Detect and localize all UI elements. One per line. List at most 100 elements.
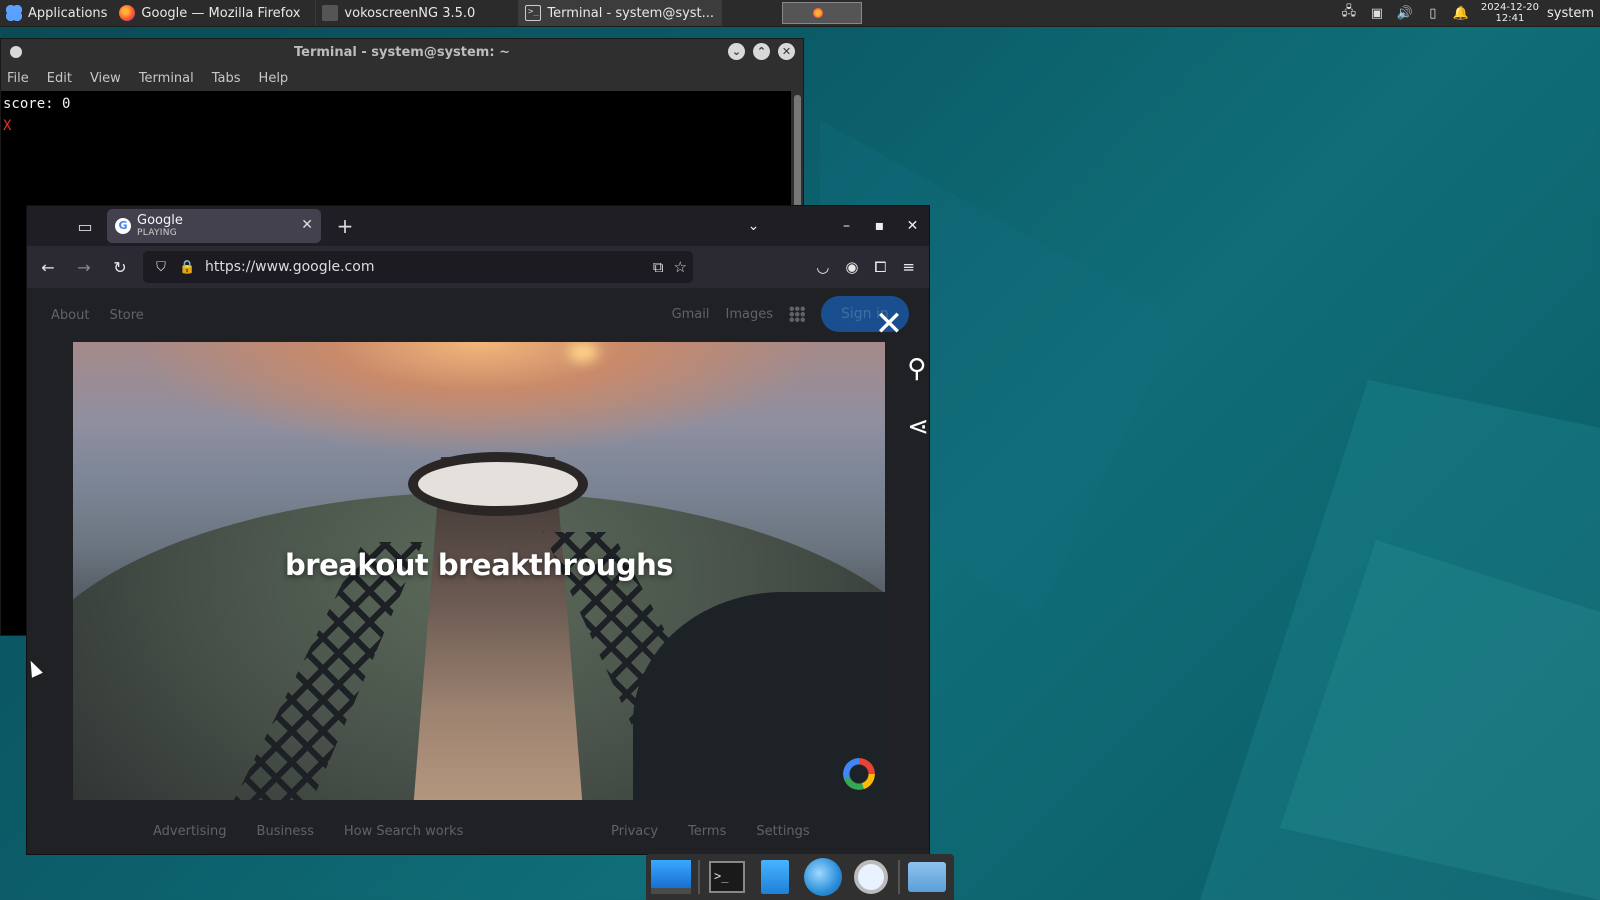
user-menu[interactable]: system [1547,6,1594,21]
video-caption: breakout breakthroughs [285,548,673,582]
menu-file[interactable]: File [7,71,29,86]
network-icon[interactable]: 🖧 [1340,4,1358,21]
firefox-window: ▭ G Google PLAYING ✕ + ⌄ – ▪ ✕ ← → ↻ ⛉ 🔒… [26,205,930,855]
close-button[interactable]: ✕ [896,218,929,234]
clock-date: 2024-12-20 [1480,2,1539,13]
bookmark-star-icon[interactable]: ☆ [674,258,687,276]
pocket-icon[interactable]: ◡ [816,258,829,276]
magnifier-icon [854,860,888,894]
taskbar-label: Google — Mozilla Firefox [141,5,301,21]
hamburger-menu-icon[interactable]: ≡ [902,258,915,276]
applications-menu[interactable]: Applications [0,0,113,26]
terminal-icon: >_ [709,861,745,893]
images-link[interactable]: Images [726,307,774,322]
dock-file-manager[interactable] [906,858,948,896]
dock-web-browser[interactable] [802,858,844,896]
applications-label: Applications [28,5,108,21]
terminal-titlebar[interactable]: Terminal - system@system: ~ ⌄ ⌃ ✕ [1,39,803,65]
globe-icon [804,858,842,896]
battery-icon[interactable]: ▯ [1424,5,1442,21]
firefox-icon [813,8,824,18]
dock-show-desktop[interactable] [650,858,692,896]
maximize-button[interactable]: ▪ [863,218,896,234]
terminal-line: score: 0 [3,96,71,112]
minimize-button[interactable]: – [830,218,863,234]
workspace-pager[interactable] [782,2,863,24]
new-tab-button[interactable]: + [333,214,357,238]
notification-bell-icon[interactable]: 🔔 [1452,5,1470,21]
applications-icon [6,5,22,21]
tab-google[interactable]: G Google PLAYING ✕ [107,209,321,243]
settings-link[interactable]: Settings [756,824,809,839]
menu-tabs[interactable]: Tabs [212,71,241,86]
google-footer-right: Privacy Terms Settings [611,824,810,839]
store-link[interactable]: Store [109,308,143,323]
firefox-view-icon[interactable]: ▭ [69,211,101,241]
dock-app-finder[interactable] [850,858,892,896]
maximize-button[interactable]: ⌃ [753,43,770,60]
dock-terminal[interactable]: >_ [706,858,748,896]
window-menu-icon[interactable] [10,46,22,58]
taskbar-item-vokoscreen[interactable]: vokoscreenNG 3.5.0 [316,0,520,26]
vokoscreen-icon [322,5,339,21]
url-bar[interactable]: ⛉ 🔒 https://www.google.com ⧉ ☆ [143,251,693,283]
dock-separator [898,860,900,894]
volume-icon[interactable]: 🔊 [1396,5,1414,21]
menu-view[interactable]: View [90,71,121,86]
magnifier-icon[interactable]: ⚲ [907,354,929,384]
firefox-icon [119,5,136,21]
tab-bar: ▭ G Google PLAYING ✕ + ⌄ – ▪ ✕ [27,206,929,246]
notes-icon [761,860,789,894]
gmail-link[interactable]: Gmail [672,307,710,322]
google-footer-left: Advertising Business How Search works [153,824,463,839]
taskbar-label: vokoscreenNG 3.5.0 [344,5,476,21]
terms-link[interactable]: Terms [688,824,726,839]
desktop-wallpaper-shape [1200,380,1600,900]
top-panel: Applications Google — Mozilla Firefox vo… [0,0,1600,27]
translate-icon[interactable]: ⧉ [653,258,664,276]
account-icon[interactable]: ◉ [845,258,858,276]
system-tray: 🖧 ▣ 🔊 ▯ 🔔 2024-12-20 12:41 system [1335,0,1600,26]
close-button[interactable]: ✕ [778,43,795,60]
taskbar-item-terminal[interactable]: >_ Terminal - system@syst... [519,0,723,26]
how-search-works-link[interactable]: How Search works [344,824,464,839]
share-icon[interactable]: ⋖ [907,412,929,442]
google-g-logo-icon [843,758,875,790]
back-button[interactable]: ← [33,252,63,282]
menu-edit[interactable]: Edit [47,71,72,86]
about-link[interactable]: About [51,308,89,323]
close-overlay-icon[interactable]: ✕ [869,304,909,344]
terminal-title: Terminal - system@system: ~ [294,44,510,60]
video-rocket-nozzle [408,452,588,516]
tracking-shield-icon[interactable]: ⛉ [153,260,169,275]
google-favicon-icon: G [115,218,131,234]
privacy-link[interactable]: Privacy [611,824,658,839]
navigation-toolbar: ← → ↻ ⛉ 🔒 https://www.google.com ⧉ ☆ ◡ ◉… [27,246,929,288]
menu-help[interactable]: Help [259,71,289,86]
overlay-side-actions: ⚲ ⋖ [907,354,929,442]
url-text[interactable]: https://www.google.com [205,259,374,275]
tab-title: Google [137,213,183,228]
menu-terminal[interactable]: Terminal [139,71,194,86]
forward-button[interactable]: → [69,252,99,282]
taskbar-item-firefox[interactable]: Google — Mozilla Firefox [113,0,317,26]
clock[interactable]: 2024-12-20 12:41 [1481,2,1539,24]
doodle-video[interactable]: breakout breakthroughs [73,342,885,800]
extensions-icon[interactable]: ⧠ [874,258,886,276]
business-link[interactable]: Business [257,824,314,839]
tab-close-icon[interactable]: ✕ [301,217,313,233]
google-apps-grid-icon[interactable] [789,306,805,322]
terminal-line: X [3,118,12,134]
terminal-icon: >_ [525,5,542,21]
screen-recorder-icon[interactable]: ▣ [1368,5,1386,21]
advertising-link[interactable]: Advertising [153,824,227,839]
lock-icon[interactable]: 🔒 [179,260,195,275]
minimize-button[interactable]: ⌄ [728,43,745,60]
page-content: About Store Gmail Images Sign in breakou… [27,288,929,854]
list-all-tabs-chevron-icon[interactable]: ⌄ [737,218,770,234]
desktop-wallpaper-shape [1280,540,1600,900]
reload-button[interactable]: ↻ [105,252,135,282]
video-sun [568,342,598,362]
dock-notes[interactable] [754,858,796,896]
clock-time: 12:41 [1495,13,1525,24]
